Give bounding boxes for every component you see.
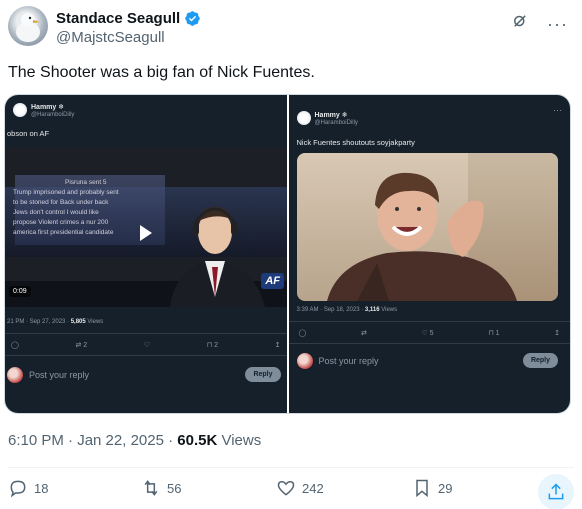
more-options-icon[interactable]: ··· (547, 15, 568, 33)
action-bar: 18 56 242 29 (8, 474, 574, 509)
video-ticker-line: to be stoned for Back under back (13, 199, 109, 206)
video-ticker-line: america first presidential candidate (13, 229, 114, 236)
header-icons: ··· (511, 12, 568, 35)
bookmark-icon (416, 479, 428, 498)
tweet-header: Standace Seagull @MajstcSeagull ··· (8, 6, 574, 46)
bookmark-count: 29 (438, 480, 453, 496)
bookmark-count[interactable]: ⊓ 2 (207, 341, 218, 349)
repost-count: 56 (167, 480, 182, 496)
play-icon[interactable] (140, 225, 152, 241)
like-count: 242 (302, 480, 324, 496)
author-handle[interactable]: @MajstcSeagull (56, 29, 165, 46)
retweet-count[interactable]: ⇄ 2 (75, 341, 87, 349)
embedded-reply-button: Reply (522, 353, 558, 368)
bookmark-count[interactable]: ⊓ 1 (488, 329, 499, 337)
media-grid: Hammy ❄ @HaramboiDilly obson on AF Pisru… (4, 94, 571, 414)
embedded-handle: @HaramboiDilly (31, 112, 75, 118)
reply-count: 18 (34, 480, 49, 496)
embedded-handle: @HaramboiDilly (314, 120, 358, 126)
embedded-reply-row: Post your reply Reply (296, 353, 563, 369)
like-icon[interactable]: ♡ (144, 341, 150, 349)
embedded-tweet-text: Nick Fuentes shoutouts soyjakparty (296, 138, 415, 147)
media-image-left[interactable]: Hammy ❄ @HaramboiDilly obson on AF Pisru… (5, 95, 287, 413)
embedded-reply-row: Post your reply Reply (7, 367, 285, 383)
video-person (170, 206, 265, 307)
embedded-more-icon: ··· (553, 105, 562, 115)
heart-icon (277, 480, 295, 496)
name-line: Standace Seagull (56, 10, 201, 27)
like-count[interactable]: ♡ 5 (421, 329, 433, 337)
embedded-video: Pisruna sent 5 Trump imprisoned and prob… (5, 147, 287, 307)
divider (288, 321, 570, 322)
reply-icon (10, 480, 26, 498)
grok-icon[interactable] (511, 12, 529, 35)
photo-person (326, 172, 517, 301)
share-icon (548, 483, 564, 500)
share-button[interactable] (538, 474, 574, 509)
retweet-icon[interactable]: ⇄ (361, 329, 367, 337)
embedded-reply-button: Reply (245, 367, 281, 382)
bookmark-button[interactable]: 29 (412, 478, 452, 498)
reply-avatar (7, 367, 23, 383)
reply-icon[interactable]: ◯ (299, 329, 307, 337)
reply-button[interactable]: 18 (8, 478, 48, 498)
af-channel-logo: AF (261, 273, 284, 289)
embedded-name: Hammy ❄ (314, 112, 348, 119)
embedded-tweet-text: obson on AF (7, 129, 50, 138)
view-count: 60.5K (177, 432, 218, 449)
reply-placeholder: Post your reply (318, 356, 379, 366)
embedded-avatar (13, 103, 27, 117)
embedded-meta: 3:39 AM · Sep 18, 2023 · 3,116 Views (296, 307, 398, 313)
seagull-avatar-image (16, 13, 40, 42)
video-ticker-line: propose Violent crimes a nur 200 (13, 219, 109, 226)
like-button[interactable]: 242 (276, 478, 324, 498)
share-icon[interactable]: ↥ (275, 341, 281, 349)
embedded-name: Hammy ❄ (31, 104, 65, 111)
media-image-right[interactable]: Hammy ❄ @HaramboiDilly ··· Nick Fuentes … (288, 95, 570, 413)
reply-icon[interactable]: ◯ (11, 341, 19, 349)
author-avatar[interactable] (8, 6, 48, 46)
repost-button[interactable]: 56 (141, 478, 181, 498)
repost-icon (144, 480, 158, 496)
divider (5, 333, 287, 334)
author-display-name[interactable]: Standace Seagull (56, 10, 180, 27)
video-ticker-line: Jews don't control I would like (13, 209, 99, 216)
video-ticker-line: Trump imprisoned and probably sent (13, 189, 119, 196)
tweet-timestamp[interactable]: 6:10 PM · Jan 22, 2025 · 60.5K Views (8, 432, 261, 449)
reply-placeholder: Post your reply (29, 370, 90, 380)
embedded-meta: 21 PM · Sep 27, 2023 · 5,805 Views (7, 319, 104, 325)
embedded-actions: ◯ ⇄ 2 ♡ ⊓ 2 ↥ (11, 341, 281, 349)
video-ticker-line: Pisruna sent 5 (65, 179, 107, 186)
video-duration: 0:09 (9, 286, 31, 297)
embedded-avatar (296, 111, 311, 125)
tweet-text: The Shooter was a big fan of Nick Fuente… (8, 64, 315, 81)
share-icon[interactable]: ↥ (554, 329, 560, 337)
divider (5, 355, 287, 356)
divider (288, 343, 570, 344)
footer-divider (8, 467, 574, 468)
verified-badge-icon (185, 11, 200, 26)
reply-avatar (296, 353, 313, 369)
embedded-actions: ◯ ⇄ ♡ 5 ⊓ 1 ↥ (299, 329, 561, 337)
embedded-photo (296, 153, 558, 301)
